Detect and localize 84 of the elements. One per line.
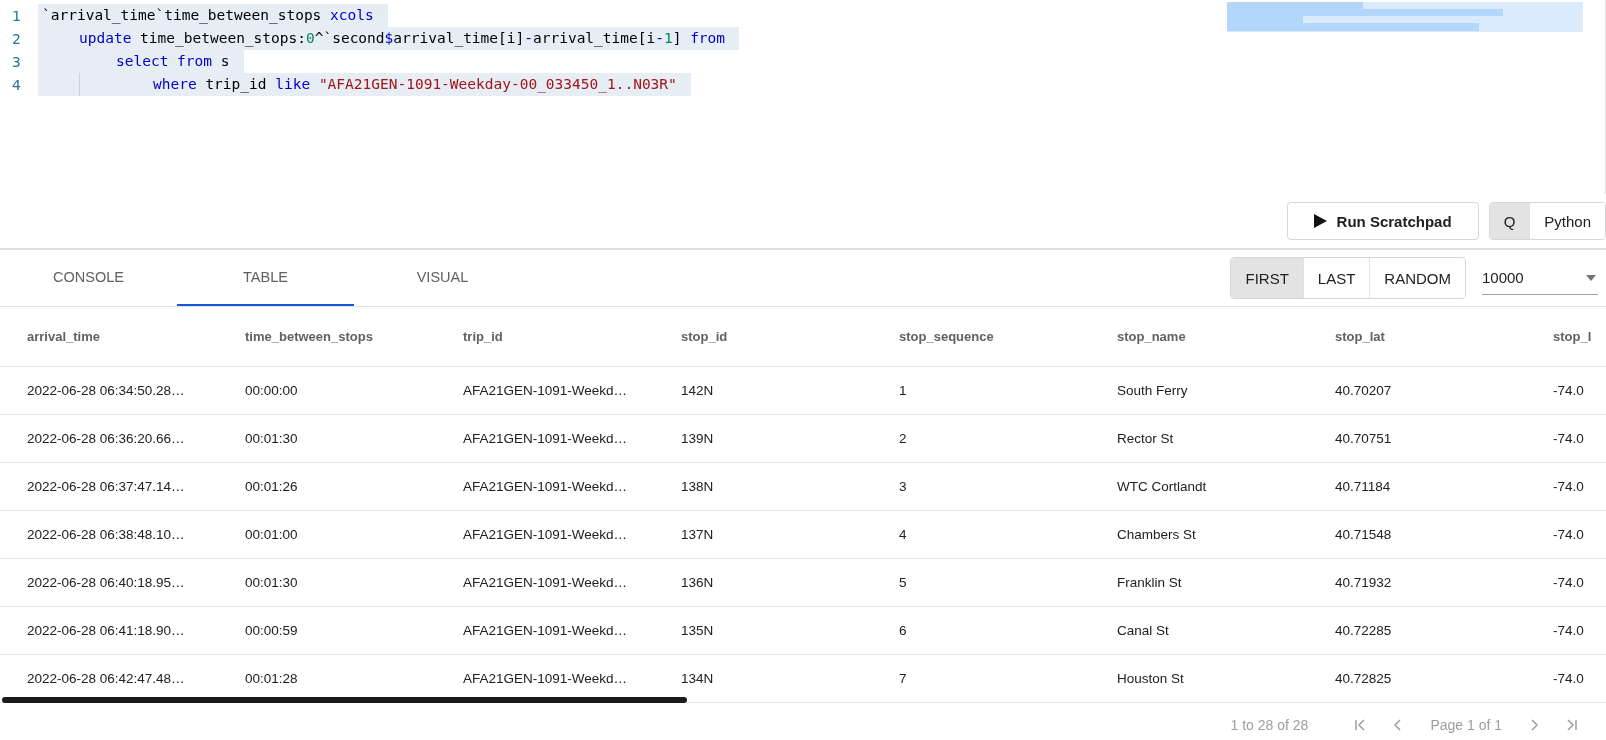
table-cell-text: Franklin St xyxy=(1116,575,1183,590)
table-cell-text: 2022-06-28 06:34:50.28… xyxy=(26,383,186,398)
column-header[interactable]: stop_l xyxy=(1526,329,1596,344)
column-header[interactable]: stop_lat xyxy=(1308,329,1526,344)
table-cell-text: 135N xyxy=(680,623,715,638)
tab[interactable]: TABLE xyxy=(177,250,354,306)
table-cell-text: -74.0 xyxy=(1552,575,1585,590)
table-cell-text: 3 xyxy=(898,479,908,494)
table-cell-text: 2022-06-28 06:37:47.14… xyxy=(26,479,186,494)
tab[interactable]: CONSOLE xyxy=(0,250,177,306)
table-cell-text: 5 xyxy=(898,575,908,590)
table-cell-text: 40.71184 xyxy=(1334,479,1392,494)
table-cell-text: -74.0 xyxy=(1552,671,1585,686)
table-cell-text: 40.70751 xyxy=(1334,431,1393,446)
line-number: 3 xyxy=(11,53,22,70)
table-cell-text: 2022-06-28 06:41:18.90… xyxy=(26,623,186,638)
sample-mode-toggle[interactable]: FIRST xyxy=(1231,258,1304,298)
table-cell-text: 1 xyxy=(898,383,908,398)
table-cell-text: AFA21GEN-1091-Weekd… xyxy=(462,383,629,398)
table-cell-text: -74.0 xyxy=(1552,383,1585,398)
table-cell-text: 2022-06-28 06:42:47.48… xyxy=(26,671,186,686)
table-cell-text: 138N xyxy=(680,479,715,494)
page-indicator: Page 1 of 1 xyxy=(1430,717,1502,733)
table-cell-text: 00:01:30 xyxy=(244,575,299,590)
table-cell-text: 142N xyxy=(680,383,715,398)
play-icon xyxy=(1313,214,1327,228)
column-header[interactable]: stop_name xyxy=(1090,329,1308,344)
column-header[interactable]: stop_sequence xyxy=(872,329,1090,344)
table-cell-text: Houston St xyxy=(1116,671,1185,686)
run-scratchpad-button[interactable]: Run Scratchpad xyxy=(1286,202,1479,240)
line-number: 1 xyxy=(11,7,22,24)
table-cell-text: 40.72285 xyxy=(1334,623,1393,638)
table-cell-text: 137N xyxy=(680,527,715,542)
table-cell-text: -74.0 xyxy=(1552,527,1585,542)
first-page-icon[interactable] xyxy=(1354,719,1367,731)
table-cell-text: 134N xyxy=(680,671,715,686)
table-cell-text: 40.70207 xyxy=(1334,383,1393,398)
table-cell-text: Canal St xyxy=(1116,623,1170,638)
table-cell-text: 2022-06-28 06:40:18.95… xyxy=(26,575,186,590)
column-header[interactable]: time_between_stops xyxy=(218,329,436,344)
table-cell-text: -74.0 xyxy=(1552,431,1585,446)
table-cell-text: AFA21GEN-1091-Weekd… xyxy=(462,479,629,494)
table-cell-text: Rector St xyxy=(1116,431,1175,446)
table-cell-text: 2 xyxy=(898,431,908,446)
table-cell-text: 136N xyxy=(680,575,715,590)
table-cell-text: 139N xyxy=(680,431,715,446)
row-limit-value: 10000 xyxy=(1482,269,1524,286)
language-toggle[interactable]: Q xyxy=(1489,203,1531,239)
table-cell-text: 00:01:26 xyxy=(244,479,299,494)
table-cell-text: 40.72825 xyxy=(1334,671,1393,686)
table-cell-text: 7 xyxy=(898,671,908,686)
table-cell-text: 2022-06-28 06:38:48.10… xyxy=(26,527,186,542)
line-number: 2 xyxy=(11,30,22,47)
last-page-icon[interactable] xyxy=(1566,719,1578,731)
row-range-text: 1 to 28 of 28 xyxy=(1230,717,1309,733)
column-header[interactable]: arrival_time xyxy=(0,329,218,344)
table-cell-text: 4 xyxy=(898,527,908,542)
table-cell-text: -74.0 xyxy=(1552,623,1585,638)
table-cell-text: AFA21GEN-1091-Weekd… xyxy=(462,431,629,446)
table-cell-text: 00:00:59 xyxy=(244,623,299,638)
table-cell-text: 00:01:30 xyxy=(244,431,299,446)
table-cell-text: 40.71932 xyxy=(1334,575,1393,590)
table-cell-text: 40.71548 xyxy=(1334,527,1393,542)
row-limit-dropdown[interactable]: 10000 xyxy=(1482,261,1598,295)
table-cell-text: 00:01:28 xyxy=(244,671,299,686)
table-cell-text: AFA21GEN-1091-Weekd… xyxy=(462,623,629,638)
next-page-icon[interactable] xyxy=(1528,719,1540,731)
table-cell-text: 00:00:00 xyxy=(244,383,299,398)
column-header[interactable]: trip_id xyxy=(436,329,654,344)
table-cell-text: WTC Cortlandt xyxy=(1116,479,1208,494)
table-cell-text: 00:01:00 xyxy=(244,527,299,542)
column-header[interactable]: stop_id xyxy=(654,329,872,344)
tab[interactable]: VISUAL xyxy=(354,250,531,306)
table-cell-text: AFA21GEN-1091-Weekd… xyxy=(462,575,629,590)
table-cell-text: AFA21GEN-1091-Weekd… xyxy=(462,527,629,542)
line-number: 4 xyxy=(11,76,22,93)
table-cell-text: South Ferry xyxy=(1116,383,1189,398)
table-cell-text: 6 xyxy=(898,623,908,638)
scrollbar-thumb[interactable] xyxy=(2,697,687,703)
caret-icon xyxy=(1586,274,1596,281)
table-cell-text: AFA21GEN-1091-Weekd… xyxy=(462,671,629,686)
table-cell-text: Chambers St xyxy=(1116,527,1197,542)
table-cell-text: -74.0 xyxy=(1552,479,1585,494)
table-cell-text: 2022-06-28 06:36:20.66… xyxy=(26,431,186,446)
